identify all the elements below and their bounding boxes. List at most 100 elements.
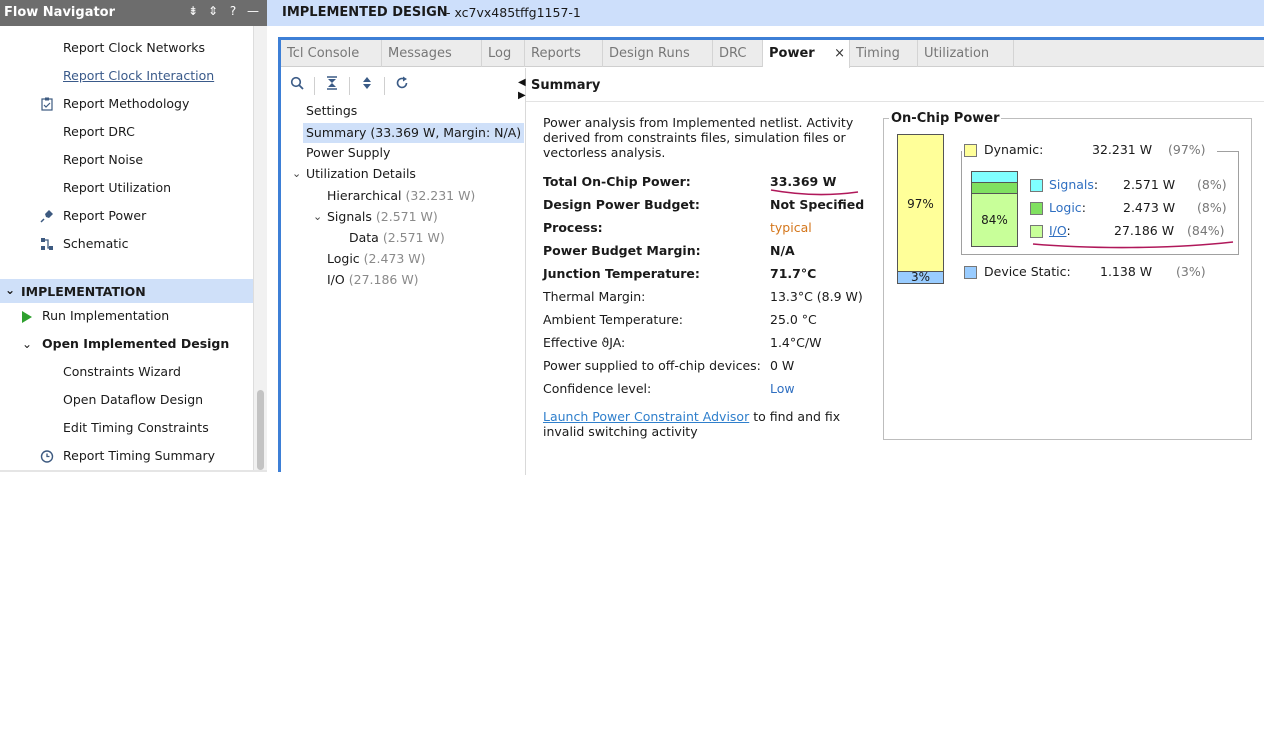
nav-item-label: Report Clock Networks — [63, 40, 206, 55]
help-icon[interactable]: ? — [227, 4, 239, 18]
nav-item-label: Open Dataflow Design — [63, 392, 204, 407]
section-implementation[interactable]: ⌄ IMPLEMENTATION — [0, 279, 253, 303]
design-header: IMPLEMENTED DESIGN - xc7vx485tffg1157-1 — [267, 0, 1264, 26]
tree-toolbar — [286, 74, 413, 98]
nav-scrollbar[interactable] — [253, 26, 267, 472]
close-icon[interactable]: × — [834, 40, 845, 67]
row-key: Confidence level: — [543, 381, 652, 396]
collapse-all-icon[interactable]: ⇟ — [187, 4, 199, 18]
row-key: Effective ϑJA: — [543, 335, 626, 350]
tab-design-runs[interactable]: Design Runs — [603, 40, 713, 67]
nav-item-label: Report Utilization — [63, 180, 172, 195]
sort-icon[interactable]: ⇕ — [207, 4, 219, 18]
expand-all-icon[interactable] — [356, 75, 378, 97]
tab-reports[interactable]: Reports — [525, 40, 603, 67]
tree-settings[interactable]: Settings — [306, 101, 357, 121]
design-part: - xc7vx485tffg1157-1 — [446, 5, 581, 20]
play-icon — [21, 309, 33, 331]
dynamic-bar: 97% — [897, 134, 944, 272]
clipboard-icon — [40, 97, 54, 111]
tab-label: Design Runs — [609, 46, 690, 61]
panel-collapse-arrows[interactable]: ◀ ▶ — [518, 76, 526, 102]
tab-utilization[interactable]: Utilization — [918, 40, 1014, 67]
tab-bar: Tcl Console Messages Log Reports Design … — [281, 40, 1264, 68]
nav-scrollbar-thumb[interactable] — [257, 390, 264, 470]
summary-row-ambient-temp: Ambient Temperature: 25.0 °C — [543, 310, 873, 330]
divider — [526, 101, 1264, 102]
tab-label: Utilization — [924, 46, 990, 61]
toolbar-divider — [314, 77, 315, 95]
refresh-icon[interactable] — [391, 75, 413, 97]
row-value: 71.7°C — [770, 266, 817, 281]
tab-log[interactable]: Log — [482, 40, 525, 67]
row-value: 0 W — [770, 358, 795, 373]
expand-right-icon[interactable]: ▶ — [518, 90, 526, 101]
row-value[interactable]: typical — [770, 218, 812, 238]
tree-hierarchical[interactable]: Hierarchical (32.231 W) — [327, 186, 475, 206]
chevron-down-icon[interactable]: ⌄ — [292, 164, 301, 184]
tree-utilization-details[interactable]: ⌄ Utilization Details — [292, 164, 416, 184]
tree-label: Hierarchical — [327, 188, 402, 203]
signals-swatch — [1030, 179, 1043, 192]
tree-label: Utilization Details — [306, 166, 416, 181]
summary-row-effective-theta-ja: Effective ϑJA: 1.4°C/W — [543, 333, 873, 353]
tab-power[interactable]: Power × — [763, 40, 850, 68]
io-pct-label: 84% — [981, 213, 1008, 227]
legend-static-value: 1.138 W — [1100, 264, 1153, 279]
dynamic-pct-label: 97% — [907, 197, 934, 211]
signals-link[interactable]: Signals — [1049, 177, 1094, 192]
row-value: 1.4°C/W — [770, 335, 822, 350]
tree-label: Summary (33.369 W, Margin: N/A) — [306, 125, 522, 140]
report-tree-panel: ◀ ▶ Settings Summary (33.369 W, Margin: … — [281, 68, 526, 475]
nav-item-label: Constraints Wizard — [63, 364, 181, 379]
tree-power-supply[interactable]: Power Supply — [306, 143, 390, 163]
tree-value: (2.571 W) — [382, 230, 445, 245]
static-bar: 3% — [897, 271, 944, 284]
nav-item-label: Run Implementation — [42, 308, 170, 323]
legend-signals-pct: (8%) — [1197, 177, 1227, 192]
row-value: 13.3°C (8.9 W) — [770, 289, 863, 304]
tab-drc[interactable]: DRC — [713, 40, 763, 67]
tree-value: (2.473 W) — [363, 251, 426, 266]
toolbar-divider — [384, 77, 385, 95]
tree-label: Settings — [306, 103, 358, 118]
summary-row-thermal-margin: Thermal Margin: 13.3°C (8.9 W) — [543, 287, 873, 307]
tab-tcl-console[interactable]: Tcl Console — [281, 40, 382, 67]
summary-row-budget-margin: Power Budget Margin: N/A — [543, 241, 873, 261]
tab-label: Timing — [856, 46, 900, 61]
nav-item-label: Report Methodology — [63, 96, 190, 111]
row-key: Process: — [543, 220, 603, 235]
power-plug-icon — [40, 209, 54, 223]
chevron-down-icon[interactable]: ⌄ — [313, 207, 322, 227]
legend-logic: Logic: — [1049, 200, 1086, 215]
io-bar: 84% — [971, 193, 1018, 247]
logic-link[interactable]: Logic — [1049, 200, 1082, 215]
legend-static-label: Device Static: — [984, 264, 1071, 279]
static-swatch — [964, 266, 977, 279]
row-key: Thermal Margin: — [543, 289, 646, 304]
row-value[interactable]: Low — [770, 379, 795, 399]
tab-timing[interactable]: Timing — [850, 40, 918, 67]
collapse-left-icon[interactable]: ◀ — [518, 77, 526, 88]
nav-item-label: Open Implemented Design — [42, 336, 230, 351]
tree-label: Power Supply — [306, 145, 391, 160]
chevron-down-icon: ⌄ — [22, 337, 33, 351]
summary-title: Summary — [531, 78, 601, 93]
tree-value: (2.571 W) — [375, 209, 438, 224]
tree-data[interactable]: Data (2.571 W) — [349, 228, 445, 248]
tree-io[interactable]: I/O (27.186 W) — [327, 270, 419, 290]
tree-label: Signals — [327, 209, 372, 224]
tree-signals[interactable]: ⌄ Signals (2.571 W) — [313, 207, 438, 227]
tree-label: Logic — [327, 251, 360, 266]
io-link[interactable]: I/O — [1049, 223, 1067, 238]
search-icon[interactable] — [286, 75, 308, 97]
onchip-power-title: On-Chip Power — [889, 111, 1002, 126]
tree-summary[interactable]: Summary (33.369 W, Margin: N/A) — [303, 123, 525, 143]
collapse-all-icon[interactable] — [321, 75, 343, 97]
launch-advisor-link[interactable]: Launch Power Constraint Advisor — [543, 409, 749, 424]
tree-logic[interactable]: Logic (2.473 W) — [327, 249, 426, 269]
summary-row-junction-temp: Junction Temperature: 71.7°C — [543, 264, 873, 284]
tab-label: Power — [769, 46, 815, 61]
tab-messages[interactable]: Messages — [382, 40, 482, 67]
minimize-icon[interactable]: — — [247, 4, 259, 18]
